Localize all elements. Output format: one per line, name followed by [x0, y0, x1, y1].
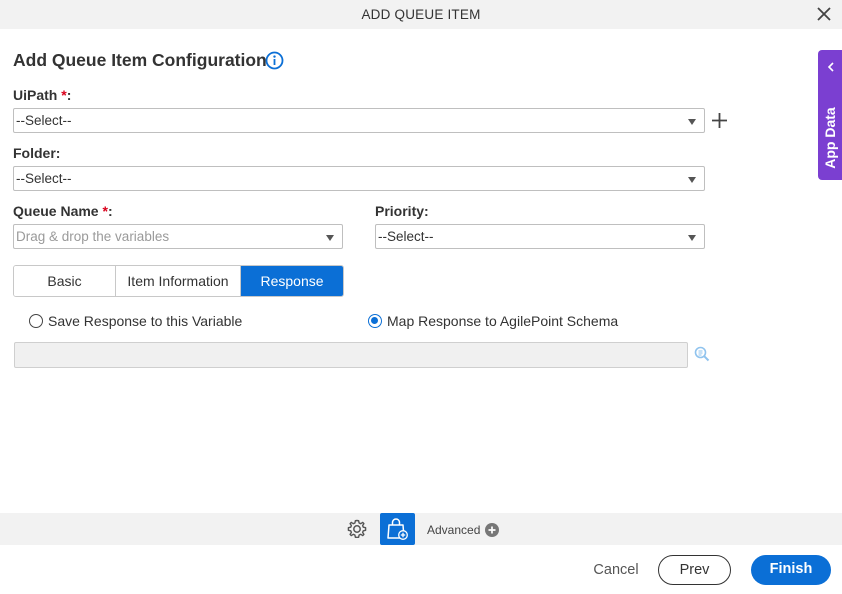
uipath-label-text: UiPath	[13, 87, 58, 103]
app-data-label: App Data	[822, 107, 838, 169]
uipath-select-value: --Select--	[16, 113, 72, 128]
config-tabs: Basic Item Information Response	[13, 265, 344, 297]
info-icon[interactable]	[265, 51, 284, 70]
dialog-title: ADD QUEUE ITEM	[361, 7, 481, 22]
tab-response[interactable]: Response	[241, 266, 343, 296]
shopping-bag-add-button[interactable]	[380, 513, 415, 545]
chevron-down-icon	[326, 235, 334, 241]
radio-map-response[interactable]: Map Response to AgilePoint Schema	[368, 313, 618, 329]
priority-select-value: --Select--	[378, 229, 434, 244]
chevron-left-icon	[827, 62, 834, 72]
shopping-bag-add-icon	[387, 518, 408, 540]
uipath-select[interactable]: --Select--	[13, 108, 705, 133]
uipath-label: UiPath *:	[13, 87, 71, 103]
advanced-label[interactable]: Advanced	[427, 523, 480, 537]
queue-name-label: Queue Name *:	[13, 203, 113, 219]
priority-select[interactable]: --Select--	[375, 224, 705, 249]
radio-save-response[interactable]: Save Response to this Variable	[29, 313, 242, 329]
close-icon[interactable]	[816, 6, 832, 22]
gear-icon[interactable]	[346, 518, 368, 540]
radio-button-selected[interactable]	[368, 314, 382, 328]
folder-select[interactable]: --Select--	[13, 166, 705, 191]
chevron-down-icon	[688, 235, 696, 241]
plus-icon[interactable]	[711, 112, 728, 129]
queue-name-label-text: Queue Name	[13, 203, 99, 219]
tab-item-information[interactable]: Item Information	[116, 266, 241, 296]
radio-map-response-label: Map Response to AgilePoint Schema	[387, 313, 619, 329]
chevron-down-icon	[688, 119, 696, 125]
queue-name-dropzone[interactable]: Drag & drop the variables	[13, 224, 343, 249]
circle-plus-icon[interactable]	[485, 523, 499, 537]
dialog-titlebar: ADD QUEUE ITEM	[0, 0, 842, 29]
finish-button[interactable]: Finish	[751, 555, 831, 585]
folder-select-value: --Select--	[16, 171, 72, 186]
folder-label: Folder:	[13, 145, 61, 161]
advanced-bar	[0, 513, 842, 545]
queue-name-label-colon: :	[107, 203, 113, 219]
chevron-down-icon	[688, 177, 696, 183]
schema-input[interactable]	[14, 342, 688, 368]
radio-button[interactable]	[29, 314, 43, 328]
app-data-panel-toggle[interactable]: App Data	[818, 50, 842, 180]
lookup-icon[interactable]	[694, 346, 710, 362]
page-title: Add Queue Item Configuration	[13, 50, 267, 70]
tab-basic[interactable]: Basic	[14, 266, 116, 296]
queue-name-placeholder: Drag & drop the variables	[16, 229, 170, 244]
prev-button[interactable]: Prev	[658, 555, 731, 585]
cancel-button[interactable]: Cancel	[585, 562, 647, 578]
radio-save-response-label: Save Response to this Variable	[48, 313, 243, 329]
priority-label: Priority:	[375, 203, 429, 219]
uipath-label-colon: :	[66, 87, 72, 103]
